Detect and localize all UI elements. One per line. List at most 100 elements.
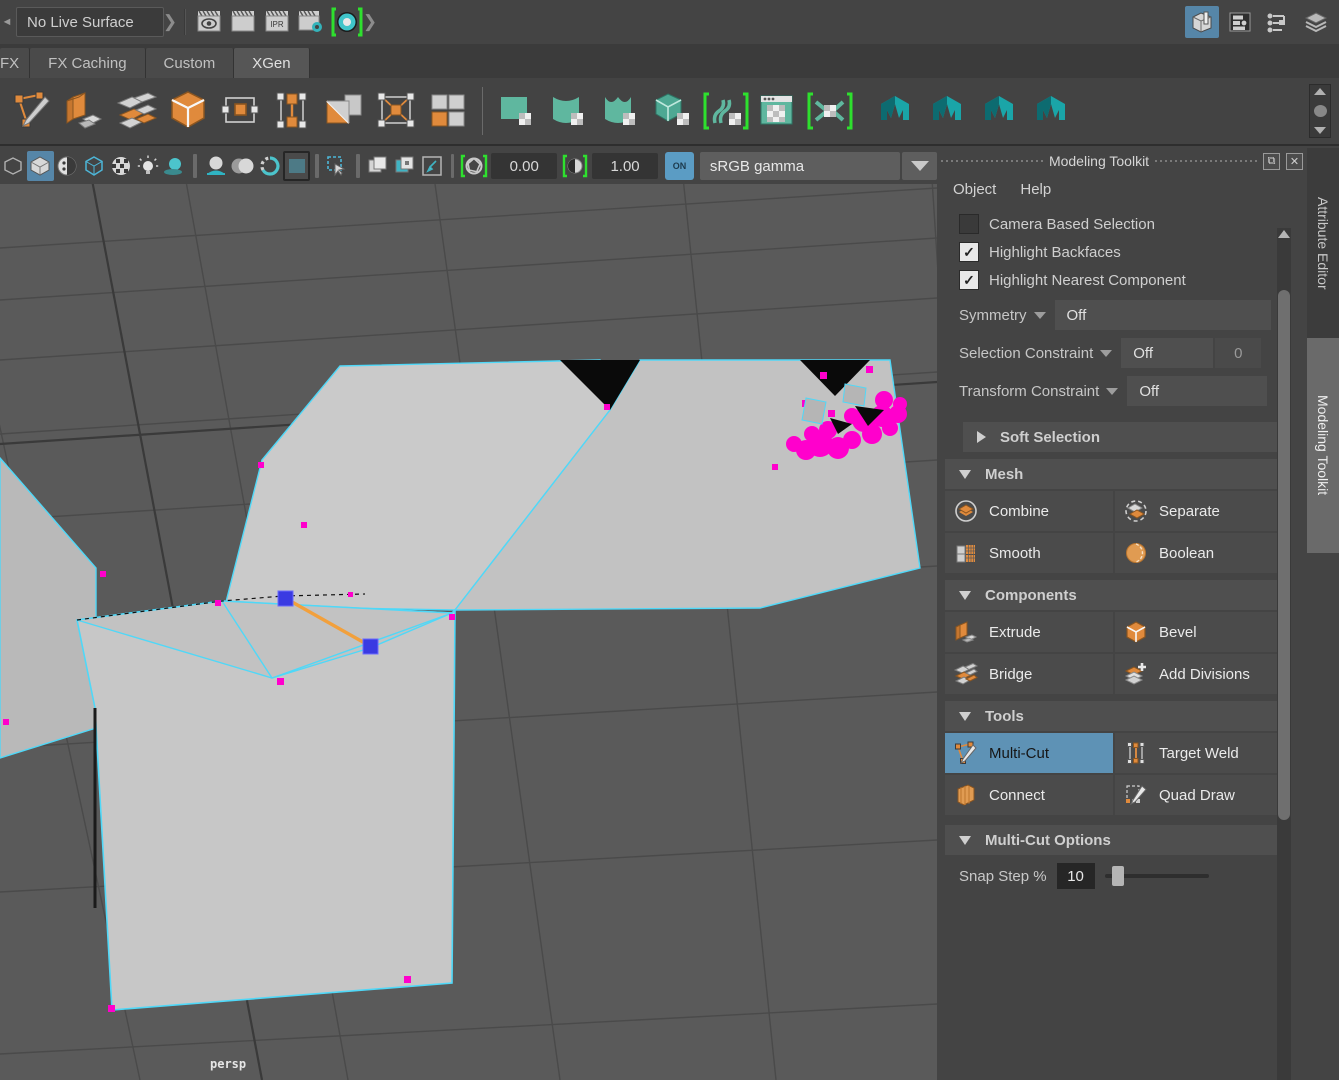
layer-editor-toggle-icon[interactable] — [1299, 6, 1333, 38]
split-face-shelf-icon[interactable] — [318, 83, 370, 139]
boolean-button[interactable]: Boolean — [1115, 533, 1283, 573]
quad-draw-shelf-icon[interactable] — [422, 83, 474, 139]
xgen-groom-shelf-icon[interactable] — [921, 83, 973, 139]
ipr-render-icon[interactable]: IPR — [262, 9, 292, 35]
uv-editor-shelf-icon[interactable] — [751, 83, 803, 139]
wireframe-on-shaded-icon[interactable] — [54, 151, 81, 181]
xray-joints-icon[interactable] — [392, 151, 419, 181]
gamma-value-field[interactable]: 1.00 — [592, 153, 659, 179]
shelf-tab-xgen[interactable]: XGen — [234, 48, 310, 78]
insert-edge-loop-shelf-icon[interactable] — [214, 83, 266, 139]
channel-box-toggle-icon[interactable] — [1261, 6, 1295, 38]
bevel-shelf-icon[interactable] — [162, 83, 214, 139]
shelf-scroll-knob[interactable] — [1313, 105, 1327, 117]
panel-vertical-scrollbar[interactable] — [1277, 228, 1291, 1080]
extrude-button[interactable]: Extrude — [945, 612, 1113, 652]
symmetry-value[interactable]: Off — [1054, 300, 1271, 330]
multi-cut-button[interactable]: Multi-Cut — [945, 733, 1113, 773]
quad-draw-button[interactable]: Quad Draw — [1115, 775, 1283, 815]
symmetry-row[interactable]: Symmetry Off — [945, 298, 1283, 332]
connect-button[interactable]: Connect — [945, 775, 1113, 815]
render-sequence-icon[interactable] — [228, 9, 258, 35]
multi-cut-shelf-icon[interactable] — [6, 83, 58, 139]
separate-button[interactable]: Separate — [1115, 491, 1283, 531]
shelf-tab-fx-caching[interactable]: FX Caching — [30, 48, 146, 78]
add-divisions-button[interactable]: Add Divisions — [1115, 654, 1283, 694]
panel-drag-handle-left[interactable] — [941, 156, 1043, 166]
checkbox-highlight-backfaces[interactable]: ✓ Highlight Backfaces — [945, 238, 1283, 266]
checkbox-highlight-nearest-component[interactable]: ✓ Highlight Nearest Component — [945, 266, 1283, 294]
uv-cylindrical-shelf-icon[interactable] — [543, 83, 595, 139]
transform-constraint-value[interactable]: Off — [1127, 376, 1268, 406]
offset-edge-loop-shelf-icon[interactable] — [266, 83, 318, 139]
target-weld-button[interactable]: Target Weld — [1115, 733, 1283, 773]
textured-icon[interactable] — [108, 151, 135, 181]
uv-cut-shelf-icon[interactable] — [803, 83, 855, 139]
live-surface-field[interactable]: No Live Surface — [16, 7, 164, 37]
exposure-value-field[interactable]: 0.00 — [491, 153, 558, 179]
statusbar-expander-1[interactable]: ❯ — [163, 12, 177, 32]
xgen-description-shelf-icon[interactable] — [869, 83, 921, 139]
statusbar-collapse-arrow[interactable]: ◄ — [0, 16, 14, 28]
bevel-button[interactable]: Bevel — [1115, 612, 1283, 652]
combine-button[interactable]: Combine — [945, 491, 1113, 531]
multisample-aa-icon[interactable] — [256, 151, 283, 181]
render-view-icon[interactable] — [194, 9, 224, 35]
menu-object[interactable]: Object — [953, 181, 996, 198]
shelf-scroll-down-icon[interactable] — [1314, 127, 1326, 134]
transform-constraint-row[interactable]: Transform Constraint Off — [945, 374, 1283, 408]
shadows-icon[interactable] — [162, 151, 189, 181]
xray-icon[interactable] — [365, 151, 392, 181]
transform-constraint-dropdown-icon[interactable] — [1106, 387, 1119, 395]
snap-step-input[interactable]: 10 — [1056, 863, 1095, 889]
viewport-panel[interactable]: persp 0.00 1.00 ON sRGB gamma — [0, 148, 937, 1080]
modeling-toolkit-toggle-icon[interactable] — [1185, 6, 1219, 38]
shelf-tab-custom[interactable]: Custom — [145, 48, 235, 78]
exposure-icon[interactable] — [459, 152, 488, 180]
section-mesh[interactable]: Mesh — [945, 459, 1283, 489]
section-multi-cut-options[interactable]: Multi-Cut Options — [945, 825, 1283, 855]
checkbox-box[interactable] — [959, 214, 979, 234]
section-tools[interactable]: Tools — [945, 701, 1283, 731]
tab-attribute-editor[interactable]: Attribute Editor — [1307, 148, 1339, 338]
shaded-display-icon[interactable] — [26, 151, 54, 181]
tab-modeling-toolkit[interactable]: Modeling Toolkit — [1307, 338, 1339, 553]
uv-automatic-shelf-icon[interactable] — [647, 83, 699, 139]
select-camera-icon[interactable] — [0, 151, 27, 181]
undock-panel-button[interactable]: ⧉ — [1263, 152, 1281, 170]
uv-spherical-shelf-icon[interactable] — [595, 83, 647, 139]
selection-constraint-value[interactable]: Off — [1121, 338, 1214, 368]
selection-constraint-row[interactable]: Selection Constraint Off 0 — [945, 336, 1283, 370]
smooth-button[interactable]: Smooth — [945, 533, 1113, 573]
bounding-box-icon[interactable] — [81, 151, 108, 181]
menu-help[interactable]: Help — [1020, 181, 1051, 198]
motion-blur-icon[interactable] — [229, 151, 256, 181]
panel-drag-handle-right[interactable] — [1155, 156, 1258, 166]
hypershade-icon[interactable] — [330, 6, 364, 38]
screen-space-ao-icon[interactable] — [202, 151, 229, 181]
render-settings-icon[interactable] — [296, 9, 326, 35]
slider-knob[interactable] — [1111, 866, 1124, 886]
viewport-3d-scene[interactable] — [0, 148, 937, 1080]
statusbar-expander-2[interactable]: ❯ — [363, 12, 377, 32]
shelf-scroll-control[interactable] — [1309, 84, 1331, 138]
bridge-button[interactable]: Bridge — [945, 654, 1113, 694]
selection-constraint-count[interactable]: 0 — [1215, 338, 1262, 368]
checkbox-box[interactable]: ✓ — [959, 242, 979, 262]
symmetry-dropdown-icon[interactable] — [1033, 311, 1046, 319]
section-soft-selection[interactable]: Soft Selection — [963, 422, 1283, 452]
shelf-tab-fx[interactable]: FX — [0, 48, 31, 78]
isolate-select-icon[interactable] — [324, 151, 351, 181]
uv-planar-shelf-icon[interactable] — [491, 83, 543, 139]
selection-constraint-dropdown-icon[interactable] — [1100, 349, 1113, 357]
view-transform-field[interactable]: sRGB gamma — [699, 152, 901, 180]
use-default-light-icon[interactable] — [135, 151, 162, 181]
checkbox-box[interactable]: ✓ — [959, 270, 979, 290]
vertical-scroll-thumb[interactable] — [1278, 290, 1290, 820]
poke-face-shelf-icon[interactable] — [370, 83, 422, 139]
depth-of-field-icon[interactable] — [283, 151, 311, 181]
view-transform-dropdown-icon[interactable] — [902, 152, 937, 180]
scroll-up-icon[interactable] — [1278, 230, 1290, 238]
gamma-icon[interactable] — [560, 152, 589, 180]
xray-active-components-icon[interactable] — [419, 151, 446, 181]
